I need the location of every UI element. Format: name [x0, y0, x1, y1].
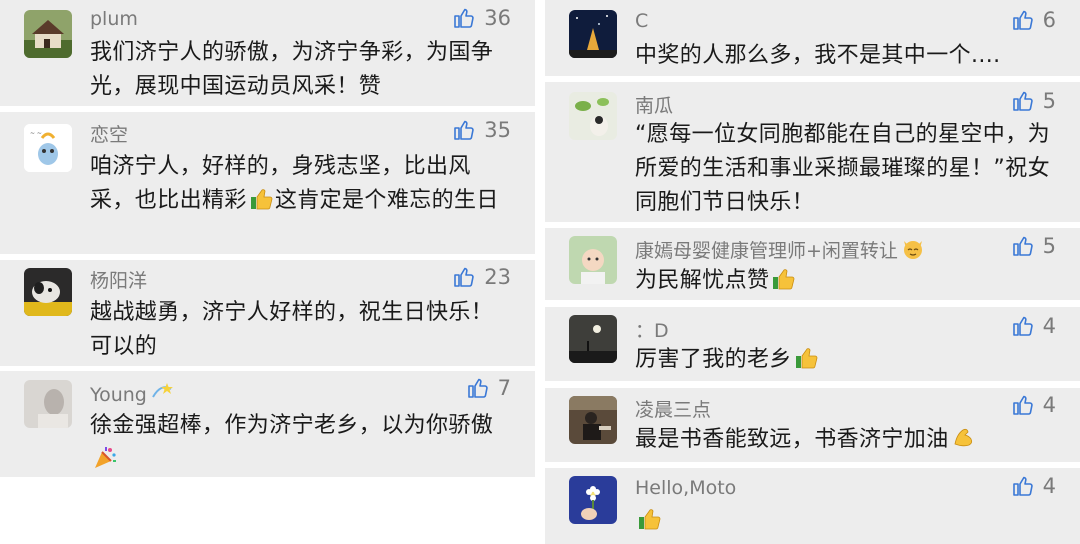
dog-photo-avatar[interactable]: [24, 268, 72, 316]
like-count: 5: [1042, 89, 1056, 113]
starry-night-avatar[interactable]: [569, 10, 617, 58]
commenter-name[interactable]: Young: [90, 379, 175, 406]
like-count: 36: [484, 6, 511, 30]
comment-card[interactable]: ~ ~ 恋空 35 咱济宁人，好样的，身残志坚，比出风采，也比出精彩 这肯定是个难…: [0, 112, 535, 254]
thumbs-up-icon: [454, 267, 474, 287]
flexed-biceps-emoji: [951, 424, 977, 450]
flower-hand-avatar[interactable]: [569, 476, 617, 524]
commenter-name[interactable]: plum: [90, 8, 138, 30]
thumbs-up-icon: [1012, 316, 1033, 336]
comment-text: “愿每一位女同胞都能在自己的星空中，为所爱的生活和事业采撷最璀璨的星！”祝女同胞…: [635, 122, 1050, 215]
like-button[interactable]: 4: [1011, 474, 1056, 498]
like-count: 4: [1042, 474, 1056, 498]
reading-person-avatar[interactable]: [569, 396, 617, 444]
comment-text: 中奖的人那么多，我不是其中一个....: [635, 43, 1001, 68]
commenter-name[interactable]: C: [635, 10, 648, 32]
comment-text-part: 这肯定是个难忘的生日: [274, 188, 499, 213]
comment-text: 咱济宁人，好样的，身残志坚，比出风采，也比出精彩 这肯定是个难忘的生日: [90, 150, 509, 218]
comment-card[interactable]: ：D 4 厉害了我的老乡: [545, 307, 1080, 381]
commenter-name[interactable]: 南瓜: [635, 91, 673, 118]
comment-text: 最是书香能致远，书香济宁加油: [635, 423, 1054, 457]
cartoon-bird-avatar[interactable]: ~ ~: [24, 124, 72, 172]
plant-photo-avatar[interactable]: [569, 92, 617, 140]
like-button[interactable]: 5: [1011, 234, 1056, 258]
like-button[interactable]: 36: [452, 6, 511, 30]
like-button[interactable]: 4: [1011, 314, 1056, 338]
moon-night-avatar[interactable]: [569, 315, 617, 363]
comment-text: 我们济宁人的骄傲，为济宁争彩，为国争光，展现中国运动员风采！赞: [90, 40, 494, 99]
comment-card[interactable]: Young 7 徐金强超棒，作为济宁老乡，以为你骄傲: [0, 371, 535, 477]
comment-text-part: 为民解忧点赞: [635, 268, 770, 293]
comment-card[interactable]: 杨阳洋 23 越战越勇，济宁人好样的，祝生日快乐！可以的: [0, 260, 535, 366]
comment-text-part: 最是书香能致远，书香济宁加油: [635, 427, 949, 452]
like-count: 6: [1042, 8, 1056, 32]
thumbs-up-icon: [1012, 10, 1033, 30]
like-count: 7: [497, 376, 511, 400]
like-button[interactable]: 4: [1011, 393, 1056, 417]
dizzy-emoji: [149, 379, 175, 405]
comment-card[interactable]: C 6 中奖的人那么多，我不是其中一个....: [545, 0, 1080, 76]
like-button[interactable]: 35: [452, 118, 511, 142]
thumbs-up-emoji: [771, 265, 797, 291]
like-count: 35: [484, 118, 511, 142]
commenter-name[interactable]: 杨阳洋: [90, 266, 147, 293]
comment-text: 徐金强超棒，作为济宁老乡，以为你骄傲: [90, 409, 509, 477]
thumbs-up-icon: [1012, 395, 1033, 415]
thumbs-up-icon: [454, 8, 474, 28]
baby-photo-avatar[interactable]: [569, 236, 617, 284]
thumbs-up-emoji: [637, 505, 663, 531]
thumbs-up-icon: [1012, 476, 1033, 496]
thumbs-up-icon: [454, 120, 474, 140]
comment-card[interactable]: 凌晨三点 4 最是书香能致远，书香济宁加油: [545, 388, 1080, 462]
like-button[interactable]: 5: [1011, 89, 1056, 113]
comment-card[interactable]: Hello,Moto 4: [545, 468, 1080, 544]
thumbs-up-emoji: [794, 344, 820, 370]
like-button[interactable]: 6: [1011, 8, 1056, 32]
comment-card[interactable]: 康嫣母婴健康管理师+闲置转让 5 为民解忧点赞: [545, 228, 1080, 300]
commenter-name[interactable]: 恋空: [90, 120, 128, 147]
house-photo-avatar[interactable]: [24, 10, 72, 58]
commenter-name[interactable]: 凌晨三点: [635, 395, 711, 422]
commenter-name[interactable]: 康嫣母婴健康管理师+闲置转让: [635, 235, 926, 263]
commenter-name-text: 康嫣母婴健康管理师+闲置转让: [635, 240, 898, 262]
thumbs-up-emoji: [249, 185, 275, 211]
cat-face-emoji: [900, 235, 926, 261]
thumbs-up-icon: [467, 378, 488, 398]
commenter-name[interactable]: Hello,Moto: [635, 477, 736, 499]
comment-card[interactable]: plum 36 我们济宁人的骄傲，为济宁争彩，为国争光，展现中国运动员风采！赞: [0, 0, 535, 106]
comment-text: 越战越勇，济宁人好样的，祝生日快乐！可以的: [90, 300, 494, 359]
like-button[interactable]: 7: [466, 376, 511, 400]
comment-text: 厉害了我的老乡: [635, 343, 1054, 377]
like-count: 23: [484, 265, 511, 289]
comment-card[interactable]: 南瓜 5 “愿每一位女同胞都能在自己的星空中，为所爱的生活和事业采撷最璀璨的星！…: [545, 82, 1080, 222]
like-count: 4: [1042, 393, 1056, 417]
commenter-name-text: Young: [90, 384, 147, 406]
thumbs-up-icon: [1012, 91, 1033, 111]
commenter-name[interactable]: ：D: [635, 316, 669, 343]
like-count: 5: [1042, 234, 1056, 258]
like-count: 4: [1042, 314, 1056, 338]
person-photo-avatar[interactable]: [24, 380, 72, 428]
party-popper-emoji: [92, 444, 118, 470]
svg-text:~ ~: ~ ~: [30, 130, 42, 137]
thumbs-up-icon: [1012, 236, 1033, 256]
comment-text: [635, 504, 1054, 538]
comment-text-part: 徐金强超棒，作为济宁老乡，以为你骄傲: [90, 413, 494, 438]
like-button[interactable]: 23: [452, 265, 511, 289]
comment-text-part: 厉害了我的老乡: [635, 347, 792, 372]
comment-text: 为民解忧点赞: [635, 264, 1054, 298]
